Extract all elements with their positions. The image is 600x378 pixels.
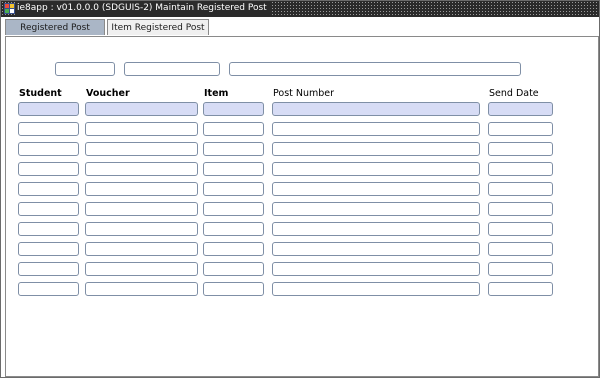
tab-registered-post[interactable]: Registered Post — [5, 19, 105, 35]
student-field[interactable] — [18, 162, 79, 176]
voucher-field[interactable] — [85, 122, 198, 136]
send-date-field[interactable] — [488, 102, 553, 116]
post-number-field[interactable] — [272, 182, 480, 196]
filter-field-1[interactable] — [55, 62, 115, 76]
student-field[interactable] — [18, 222, 79, 236]
send-date-field[interactable] — [488, 182, 553, 196]
send-date-field[interactable] — [488, 242, 553, 256]
filter-field-3[interactable] — [229, 62, 521, 76]
item-field[interactable] — [203, 242, 264, 256]
voucher-field[interactable] — [85, 222, 198, 236]
column-header-send-date: Send Date — [489, 88, 539, 99]
post-number-field[interactable] — [272, 122, 480, 136]
send-date-field[interactable] — [488, 202, 553, 216]
post-number-field[interactable] — [272, 222, 480, 236]
title-bar: ie8app : v01.0.0.0 (SDGUIS-2) Maintain R… — [1, 1, 599, 17]
column-header-item: Item — [204, 88, 229, 99]
voucher-field[interactable] — [85, 102, 198, 116]
voucher-field[interactable] — [85, 242, 198, 256]
student-field[interactable] — [18, 262, 79, 276]
post-number-field[interactable] — [272, 162, 480, 176]
post-number-field[interactable] — [272, 282, 480, 296]
student-field[interactable] — [18, 202, 79, 216]
item-field[interactable] — [203, 162, 264, 176]
column-header-voucher: Voucher — [86, 88, 130, 99]
column-header-student: Student — [19, 88, 62, 99]
column-header-post-number: Post Number — [273, 88, 335, 99]
tab-item-registered-post[interactable]: Item Registered Post — [107, 19, 209, 35]
voucher-field[interactable] — [85, 202, 198, 216]
tab-strip: Registered Post Item Registered Post — [1, 17, 599, 36]
item-field[interactable] — [203, 142, 264, 156]
app-icon — [4, 3, 15, 14]
send-date-field[interactable] — [488, 262, 553, 276]
send-date-field[interactable] — [488, 282, 553, 296]
filter-field-2[interactable] — [124, 62, 220, 76]
send-date-field[interactable] — [488, 142, 553, 156]
post-number-field[interactable] — [272, 142, 480, 156]
item-field[interactable] — [203, 282, 264, 296]
voucher-field[interactable] — [85, 162, 198, 176]
student-field[interactable] — [18, 142, 79, 156]
post-number-field[interactable] — [272, 262, 480, 276]
item-field[interactable] — [203, 202, 264, 216]
window-title: ie8app : v01.0.0.0 (SDGUIS-2) Maintain R… — [17, 2, 271, 15]
student-field[interactable] — [18, 102, 79, 116]
item-field[interactable] — [203, 222, 264, 236]
item-field[interactable] — [203, 182, 264, 196]
student-field[interactable] — [18, 182, 79, 196]
send-date-field[interactable] — [488, 122, 553, 136]
voucher-field[interactable] — [85, 282, 198, 296]
send-date-field[interactable] — [488, 222, 553, 236]
app-window: ie8app : v01.0.0.0 (SDGUIS-2) Maintain R… — [0, 0, 600, 378]
student-field[interactable] — [18, 282, 79, 296]
post-number-field[interactable] — [272, 102, 480, 116]
student-field[interactable] — [18, 122, 79, 136]
item-field[interactable] — [203, 262, 264, 276]
item-field[interactable] — [203, 122, 264, 136]
student-field[interactable] — [18, 242, 79, 256]
voucher-field[interactable] — [85, 182, 198, 196]
post-number-field[interactable] — [272, 202, 480, 216]
voucher-field[interactable] — [85, 262, 198, 276]
voucher-field[interactable] — [85, 142, 198, 156]
send-date-field[interactable] — [488, 162, 553, 176]
post-number-field[interactable] — [272, 242, 480, 256]
item-field[interactable] — [203, 102, 264, 116]
